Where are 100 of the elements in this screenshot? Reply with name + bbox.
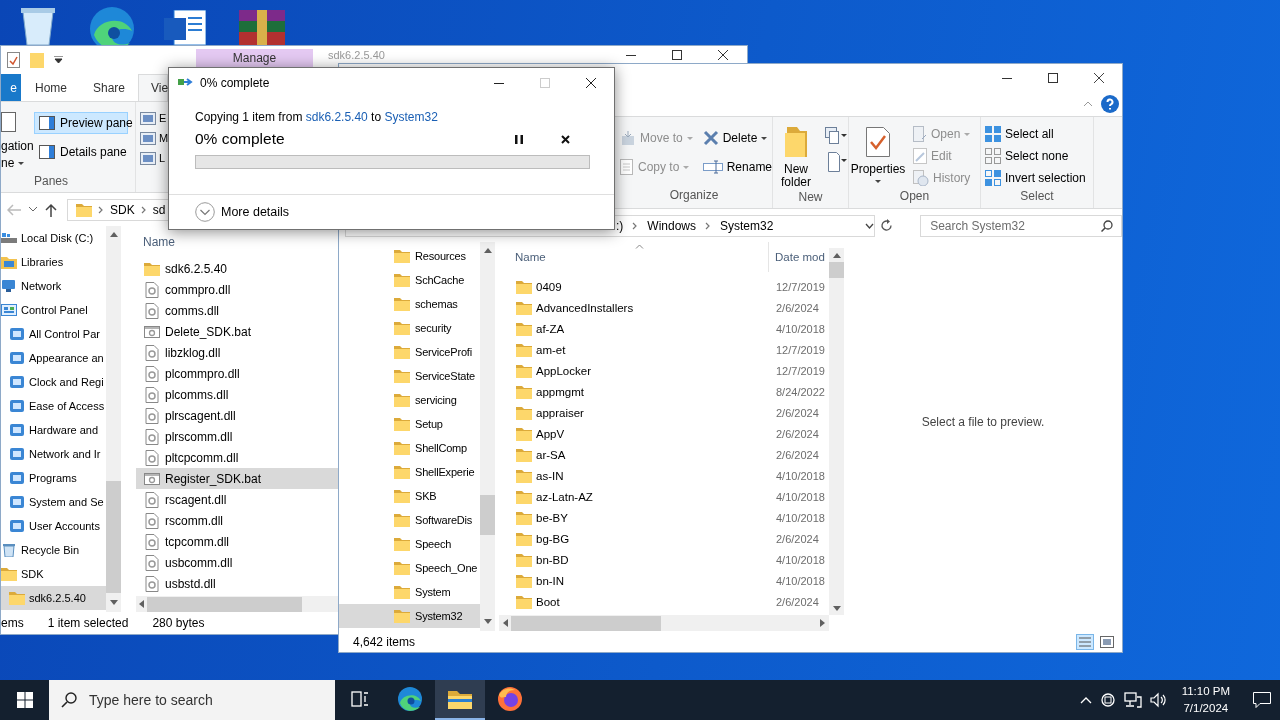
column-header[interactable]: Date mod xyxy=(769,242,825,272)
file-row[interactable]: be-BY 4/10/2018 xyxy=(499,507,829,528)
nav-item[interactable]: SDK xyxy=(1,562,106,586)
ribbon-button[interactable]: New folder xyxy=(775,117,817,190)
ribbon-button[interactable]: Invert selection xyxy=(983,167,1088,189)
file-row[interactable]: plrscomm.dll xyxy=(136,426,339,447)
nav-item[interactable]: ServiceProfi xyxy=(339,340,480,364)
new-item-button[interactable] xyxy=(823,125,849,147)
search-input[interactable]: Search System32 xyxy=(930,216,1101,235)
file-row[interactable]: am-et 12/7/2019 xyxy=(499,339,829,360)
ribbon-button[interactable]: Select none xyxy=(983,145,1088,167)
help-icon[interactable] xyxy=(1101,94,1119,113)
navigation-pane-button[interactable]: gation ne xyxy=(1,102,31,174)
nav-item[interactable]: servicing xyxy=(339,388,480,412)
ribbon-tab[interactable]: e xyxy=(1,74,21,101)
ribbon-button[interactable]: Delete xyxy=(700,123,775,152)
nav-item[interactable]: SoftwareDis xyxy=(339,508,480,532)
large-icons-view-icon[interactable] xyxy=(1098,633,1116,650)
pane-button[interactable]: Details pane xyxy=(34,141,128,163)
column-header[interactable]: Name xyxy=(136,226,339,258)
ribbon-button[interactable]: Rename xyxy=(700,152,775,181)
file-row[interactable]: AppLocker 12/7/2019 xyxy=(499,360,829,381)
nav-item[interactable]: Speech xyxy=(339,532,480,556)
layout-option[interactable]: E xyxy=(140,111,169,125)
nav-item[interactable]: Hardware and xyxy=(1,418,106,442)
nav-item[interactable]: ShellExperie xyxy=(339,460,480,484)
file-row[interactable]: plcommpro.dll xyxy=(136,363,339,384)
file-row[interactable]: comms.dll xyxy=(136,300,339,321)
nav-item[interactable]: Speech_One xyxy=(339,556,480,580)
file-row[interactable]: bn-BD 4/10/2018 xyxy=(499,549,829,570)
file-row[interactable]: commpro.dll xyxy=(136,279,339,300)
file-row[interactable]: Delete_SDK.bat xyxy=(136,321,339,342)
camera-icon[interactable] xyxy=(1099,692,1116,708)
file-row[interactable]: libzklog.dll xyxy=(136,342,339,363)
breadcrumb[interactable]: Windows xyxy=(647,218,697,233)
file-row[interactable]: 0409 12/7/2019 xyxy=(499,276,829,297)
nav-item[interactable]: System xyxy=(339,580,480,604)
nav-item[interactable]: SKB xyxy=(339,484,480,508)
ribbon-tab[interactable]: Share xyxy=(80,74,138,101)
close-icon[interactable] xyxy=(718,49,728,60)
close-icon[interactable] xyxy=(1094,72,1104,83)
file-row[interactable]: appmgmt 8/24/2022 xyxy=(499,381,829,402)
breadcrumb[interactable]: :) xyxy=(616,218,624,233)
volume-icon[interactable] xyxy=(1149,692,1168,708)
nav-item[interactable]: security xyxy=(339,316,480,340)
nav-item[interactable]: Recycle Bin xyxy=(1,538,106,562)
file-row[interactable]: AppV 2/6/2024 xyxy=(499,423,829,444)
scrollbar-thumb[interactable] xyxy=(829,262,844,278)
nav-item[interactable]: Libraries xyxy=(1,250,106,274)
recent-icon[interactable] xyxy=(29,207,37,212)
chevron-up-icon[interactable] xyxy=(1079,696,1092,704)
file-row[interactable]: ar-SA 2/6/2024 xyxy=(499,444,829,465)
file-row[interactable]: as-IN 4/10/2018 xyxy=(499,465,829,486)
nav-item[interactable]: Programs xyxy=(1,466,106,490)
file-row[interactable]: Boot 2/6/2024 xyxy=(499,591,829,612)
maximize-icon[interactable] xyxy=(672,49,682,60)
file-row[interactable]: tcpcomm.dll xyxy=(136,531,339,552)
properties-icon[interactable] xyxy=(7,52,20,68)
file-row[interactable]: rscomm.dll xyxy=(136,510,339,531)
file-row[interactable]: rscagent.dll xyxy=(136,489,339,510)
nav-item[interactable]: ShellComp xyxy=(339,436,480,460)
file-row[interactable]: plrscagent.dll xyxy=(136,405,339,426)
nav-item[interactable]: System32 xyxy=(339,604,480,628)
layout-option[interactable]: L xyxy=(140,151,169,165)
details-view-icon[interactable] xyxy=(1076,633,1094,650)
clock[interactable]: 11:10 PM 7/1/2024 xyxy=(1175,683,1236,717)
refresh-icon[interactable] xyxy=(880,219,894,232)
taskbar-app[interactable] xyxy=(435,680,485,720)
search-field[interactable]: Type here to search xyxy=(49,680,335,720)
nav-item[interactable]: User Accounts xyxy=(1,514,106,538)
file-row[interactable]: az-Latn-AZ 4/10/2018 xyxy=(499,486,829,507)
nav-item[interactable]: All Control Par xyxy=(1,322,106,346)
nav-item[interactable]: schemas xyxy=(339,292,480,316)
up-icon[interactable] xyxy=(45,202,57,217)
context-tab[interactable]: Manage xyxy=(196,49,313,67)
file-row[interactable]: AdvancedInstallers 2/6/2024 xyxy=(499,297,829,318)
more-details-button[interactable]: More details xyxy=(195,202,290,222)
ribbon-button[interactable]: Select all xyxy=(983,123,1088,145)
ribbon-button[interactable]: Properties xyxy=(851,117,905,189)
ribbon-tab[interactable]: Vie xyxy=(138,74,168,101)
breadcrumb[interactable]: sd xyxy=(152,202,166,217)
file-row[interactable]: sdk6.2.5.40 xyxy=(136,258,339,279)
destination-link[interactable]: System32 xyxy=(384,110,438,124)
file-row[interactable]: af-ZA 4/10/2018 xyxy=(499,318,829,339)
breadcrumb[interactable]: System32 xyxy=(720,218,774,233)
nav-item[interactable]: Control Panel xyxy=(1,298,106,322)
maximize-icon[interactable] xyxy=(1048,72,1058,83)
ribbon-tab[interactable]: Home xyxy=(22,74,80,101)
file-row[interactable]: Register_SDK.bat xyxy=(136,468,339,489)
nav-item[interactable]: System and Se xyxy=(1,490,106,514)
network-icon[interactable] xyxy=(1123,692,1142,708)
nav-item[interactable]: Ease of Access xyxy=(1,394,106,418)
dropdown-icon[interactable] xyxy=(865,222,875,229)
nav-item[interactable]: Resources xyxy=(339,244,480,268)
scrollbar-thumb[interactable] xyxy=(511,615,661,631)
nav-item[interactable]: SchCache xyxy=(339,268,480,292)
search-input[interactable]: Type here to search xyxy=(89,690,335,710)
breadcrumb[interactable]: SDK xyxy=(110,202,135,217)
scrollbar-thumb[interactable] xyxy=(106,481,121,593)
column-header[interactable]: Name xyxy=(499,242,769,272)
